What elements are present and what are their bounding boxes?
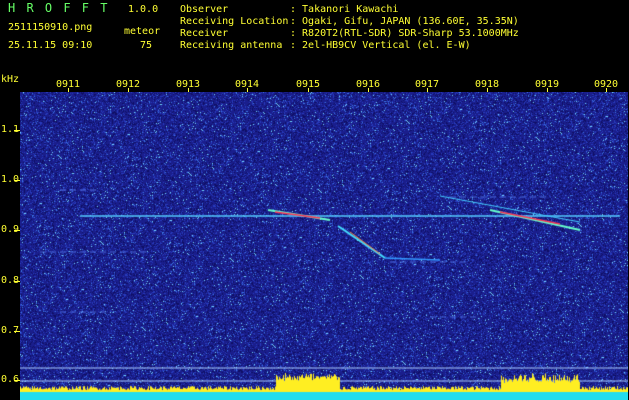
- location-label: Receiving Location: [180, 16, 289, 27]
- detection-count: 75: [140, 40, 153, 51]
- hrofft-window: H R O F F T 1.0.0 2511150910.png meteor …: [0, 0, 629, 400]
- app-title: H R O F F T: [8, 1, 110, 15]
- location-value: : Ogaki, Gifu, JAPAN (136.60E, 35.35N): [290, 16, 519, 27]
- date-time: 25.11.15 09:10: [8, 40, 93, 51]
- antenna-label: Receiving antenna: [180, 40, 283, 51]
- mode-label: meteor: [124, 26, 161, 37]
- observer-value: : Takanori Kawachi: [290, 4, 399, 15]
- time-axis: 0911 0912 0913 0914 0915 0916 0917 0918 0919 0920: [0, 76, 629, 92]
- observer-label: Observer: [180, 4, 229, 15]
- spectrogram: [20, 92, 628, 400]
- antenna-value: : 2el-HB9CV Vertical (el. E-W): [290, 40, 471, 51]
- app-version: 1.0.0: [128, 4, 159, 15]
- receiver-label: Receiver: [180, 28, 229, 39]
- file-name: 2511150910.png: [8, 22, 93, 33]
- receiver-value: : R820T2(RTL-SDR) SDR-Sharp 53.1000MHz: [290, 28, 519, 39]
